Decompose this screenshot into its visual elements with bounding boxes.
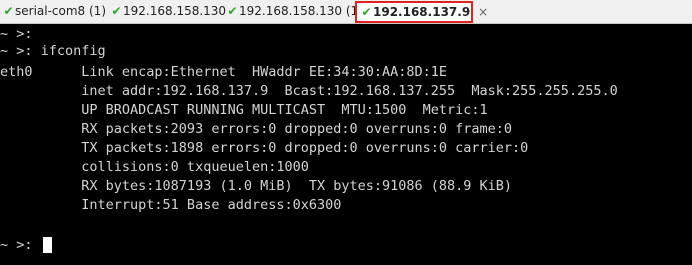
terminal-line: collisions:0 txqueuelen:1000 [0,159,309,175]
check-icon: ✔ [3,4,14,18]
terminal-line: TX packets:1898 errors:0 dropped:0 overr… [0,140,529,156]
terminal-line: inet addr:192.168.137.9 Bcast:192.168.13… [0,83,618,99]
tab-bar: ✔serial-com8 (1) ✔192.168.158.130 ✔192.1… [0,0,692,24]
tab-label: 192.168.137.9 [373,5,471,19]
terminal-line: ~ >: ifconfig [0,43,106,59]
terminal-line: ~ >: [0,26,33,42]
tab-192-168-137-9[interactable]: ✔192.168.137.9 × [355,1,488,23]
terminal-line: eth0 Link encap:Ethernet HWaddr EE:34:30… [0,64,448,80]
terminal-line: RX packets:2093 errors:0 dropped:0 overr… [0,121,513,137]
prompt-text: ~ >: [0,237,41,253]
tab-label: serial-com8 (1) [15,4,106,18]
check-icon: ✔ [111,4,122,18]
check-icon: ✔ [361,5,372,19]
tab-192-168-158-130-1[interactable]: ✔192.168.158.130 (1) [226,1,363,22]
terminal-line: RX bytes:1087193 (1.0 MiB) TX bytes:9108… [0,178,513,194]
terminal[interactable]: ~ >: ~ >: ifconfig eth0 Link encap:Ether… [0,24,692,265]
tab-192-168-158-130[interactable]: ✔192.168.158.130 [110,1,226,22]
tab-serial-com8[interactable]: ✔serial-com8 (1) [2,1,106,22]
tab-label: 192.168.158.130 [123,4,227,18]
text-cursor [42,237,52,253]
tab-label: 192.168.158.130 (1) [239,4,363,18]
check-icon: ✔ [227,4,238,18]
terminal-line: Interrupt:51 Base address:0x6300 [0,197,342,213]
close-icon[interactable]: × [478,5,488,19]
terminal-line: UP BROADCAST RUNNING MULTICAST MTU:1500 … [0,102,488,118]
prompt-line[interactable]: ~ >: [0,237,52,254]
